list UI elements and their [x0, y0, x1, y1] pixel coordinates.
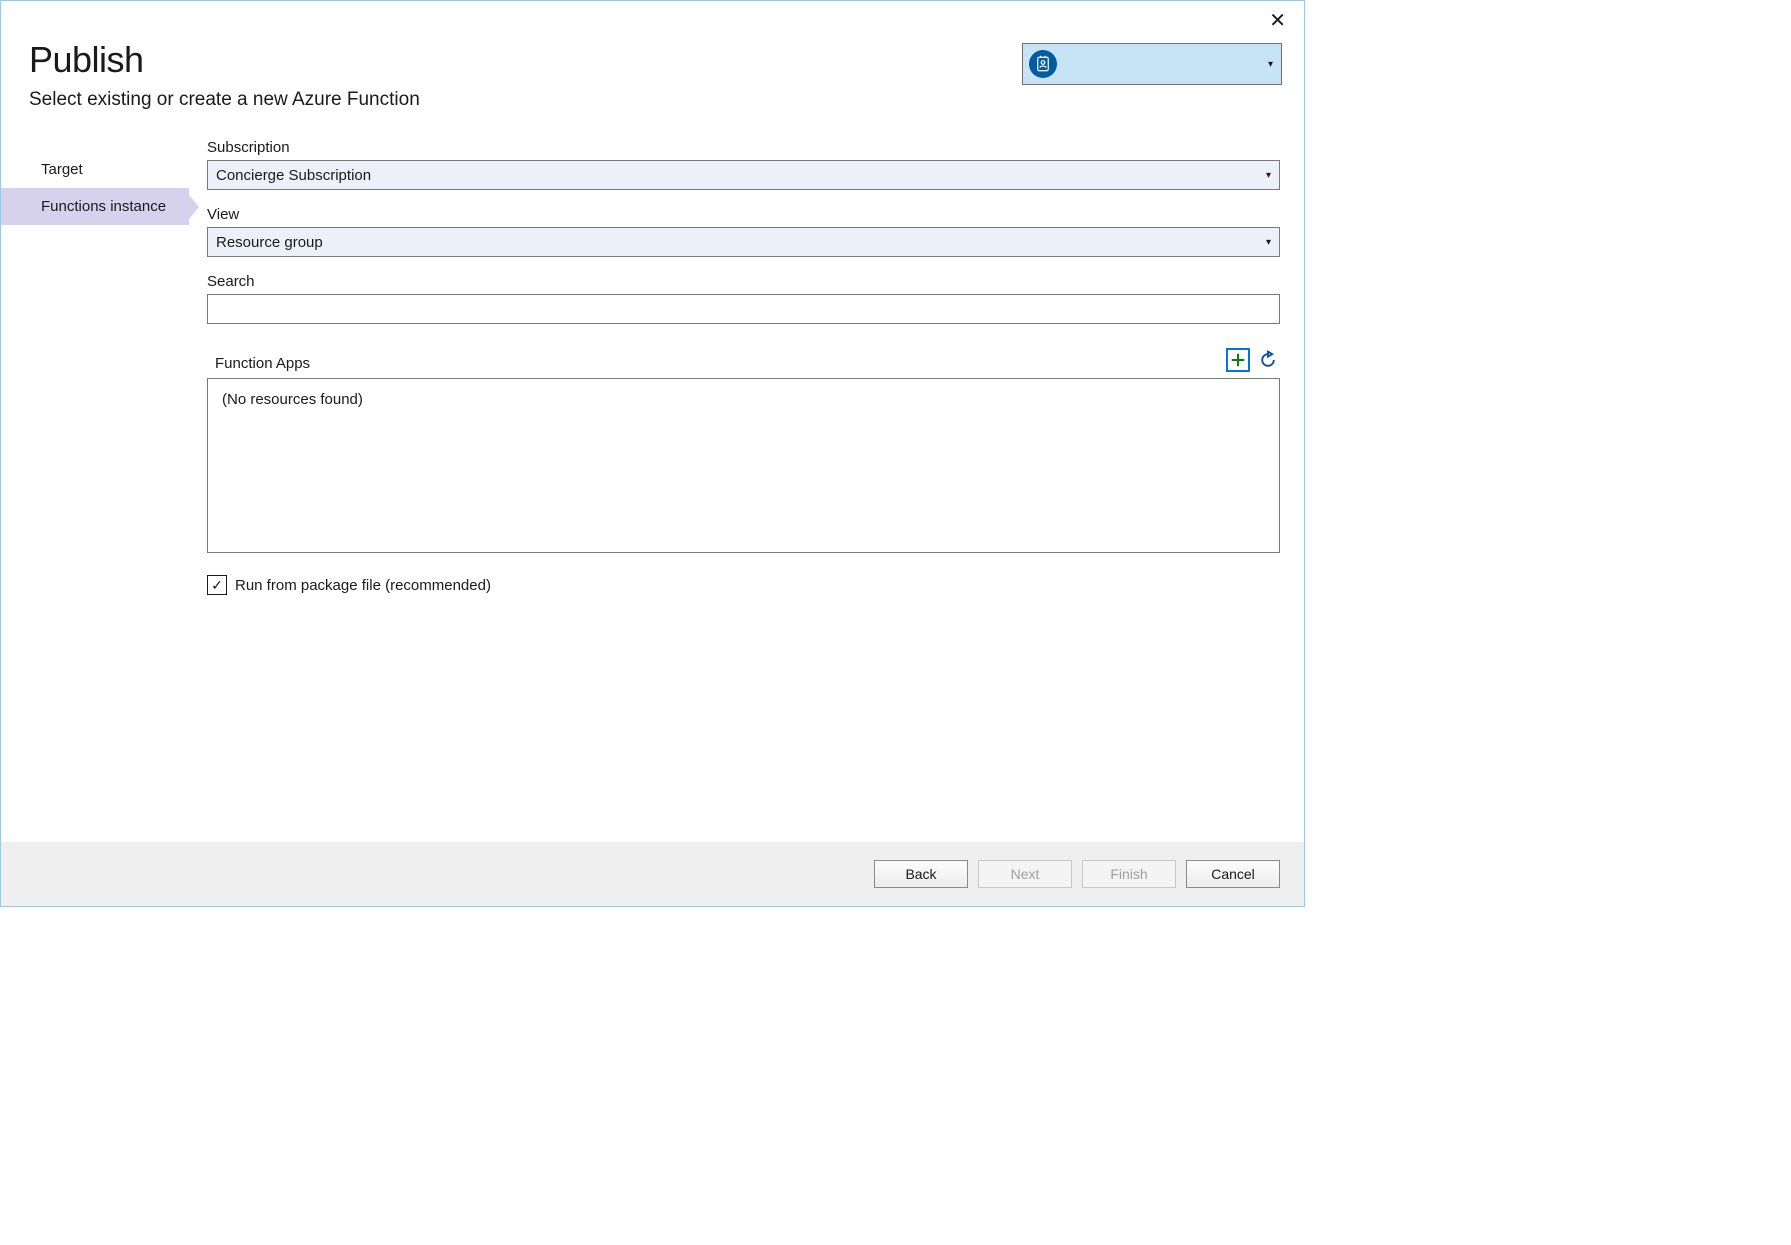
subscription-value: Concierge Subscription [216, 167, 1266, 184]
publish-dialog: ✕ Publish Select existing or create a ne… [0, 0, 1305, 907]
view-label: View [207, 206, 1280, 223]
refresh-icon [1258, 350, 1278, 370]
account-badge-icon [1029, 50, 1057, 78]
run-from-package-row: ✓ Run from package file (recommended) [207, 575, 1280, 595]
sidebar-item-target[interactable]: Target [1, 151, 189, 188]
sidebar-item-label: Functions instance [41, 198, 166, 215]
search-input-wrapper [207, 294, 1280, 324]
sidebar-item-label: Target [41, 161, 83, 178]
search-field: Search [207, 273, 1280, 324]
sidebar-item-functions-instance[interactable]: Functions instance [1, 188, 189, 225]
dialog-body: Target Functions instance Subscription C… [1, 129, 1304, 842]
back-button[interactable]: Back [874, 860, 968, 888]
wizard-sidebar: Target Functions instance [1, 139, 189, 842]
view-field: View Resource group ▾ [207, 206, 1280, 257]
subscription-label: Subscription [207, 139, 1280, 156]
dialog-subtitle: Select existing or create a new Azure Fu… [29, 89, 1276, 111]
subscription-field: Subscription Concierge Subscription ▾ [207, 139, 1280, 190]
view-select[interactable]: Resource group ▾ [207, 227, 1280, 257]
run-from-package-label: Run from package file (recommended) [235, 577, 491, 594]
dialog-header: Publish Select existing or create a new … [1, 1, 1304, 129]
next-button: Next [978, 860, 1072, 888]
chevron-down-icon: ▾ [1266, 170, 1271, 181]
subscription-select[interactable]: Concierge Subscription ▾ [207, 160, 1280, 190]
refresh-button[interactable] [1256, 348, 1280, 372]
function-apps-empty-text: (No resources found) [222, 391, 363, 408]
view-value: Resource group [216, 234, 1266, 251]
search-label: Search [207, 273, 1280, 290]
function-apps-list[interactable]: (No resources found) [207, 378, 1280, 553]
main-panel: Subscription Concierge Subscription ▾ Vi… [189, 139, 1304, 842]
check-icon: ✓ [211, 577, 223, 594]
cancel-button[interactable]: Cancel [1186, 860, 1280, 888]
account-picker[interactable]: ▾ [1022, 43, 1282, 85]
finish-button: Finish [1082, 860, 1176, 888]
chevron-down-icon: ▾ [1266, 237, 1271, 248]
function-apps-label: Function Apps [207, 355, 1220, 372]
chevron-down-icon: ▾ [1268, 59, 1273, 70]
add-function-app-button[interactable] [1226, 348, 1250, 372]
run-from-package-checkbox[interactable]: ✓ [207, 575, 227, 595]
function-apps-header: Function Apps [207, 348, 1280, 372]
search-input[interactable] [216, 301, 1271, 318]
plus-icon [1229, 351, 1247, 369]
dialog-footer: Back Next Finish Cancel [1, 842, 1304, 906]
